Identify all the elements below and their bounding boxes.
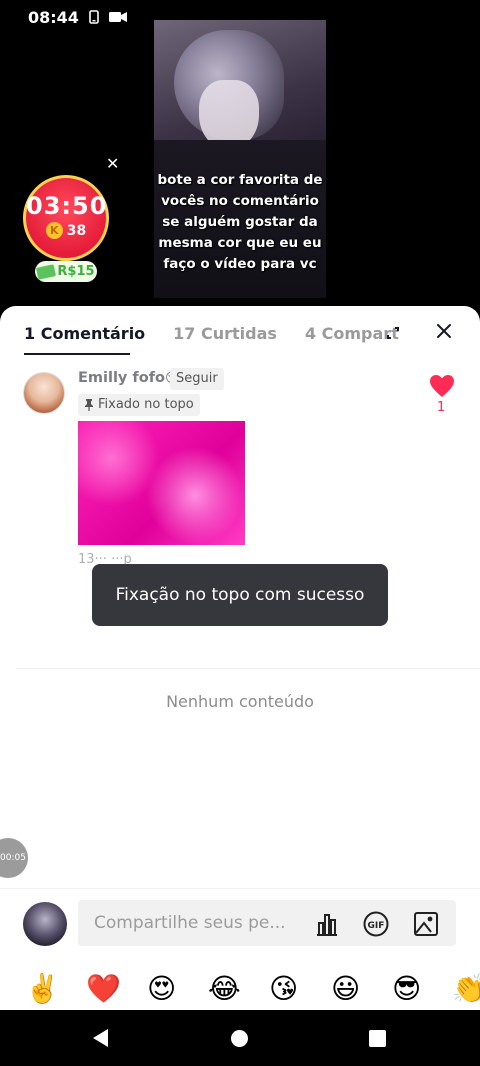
comment-username[interactable]: Emilly fofo😚 <box>78 370 179 386</box>
comments-sheet: 1 Comentário 17 Curtidas 4 Compart Emill… <box>0 306 480 1010</box>
emoji-button[interactable]: 😘 <box>269 972 298 1006</box>
emoji-button[interactable]: ✌️ <box>25 972 60 1006</box>
home-icon[interactable] <box>231 1030 248 1047</box>
status-time: 08:44 <box>28 7 79 27</box>
comment-input[interactable]: Compartilhe seus pe... GIF <box>78 900 456 946</box>
pinned-badge: Fixado no topo <box>78 394 200 416</box>
tab-comments[interactable]: 1 Comentário <box>24 324 145 343</box>
composer-divider <box>0 888 480 889</box>
emoji-button[interactable]: 😍 <box>147 972 176 1006</box>
image-icon[interactable] <box>413 911 439 937</box>
divider <box>16 668 480 669</box>
pin-icon <box>85 399 93 411</box>
sheet-tabs: 1 Comentário 17 Curtidas 4 Compart <box>0 306 480 360</box>
video-camera-icon <box>108 11 127 23</box>
coin-icon: K <box>45 222 63 239</box>
recents-icon[interactable] <box>369 1030 386 1047</box>
reward-amount: R$15 <box>57 264 95 279</box>
my-avatar[interactable] <box>23 902 67 946</box>
empty-state: Nenhum conteúdo <box>166 692 314 711</box>
emoji-button[interactable]: 😃 <box>331 972 360 1006</box>
emoji-button[interactable]: ❤️ <box>86 972 121 1006</box>
pinned-label: Fixado no topo <box>98 397 194 412</box>
comment-image[interactable] <box>78 421 245 545</box>
toast-message: Fixação no topo com sucesso <box>92 564 388 626</box>
timer-time: 03:50 <box>26 192 108 220</box>
tab-likes[interactable]: 17 Curtidas <box>173 324 277 343</box>
expand-icon[interactable] <box>384 324 402 342</box>
follow-button[interactable]: Seguir <box>170 368 224 390</box>
emoji-bar: ✌️ ❤️ 😍 😂 😘 😃 😎 👏 <box>0 970 480 1010</box>
timer-coins: K 38 <box>26 222 106 239</box>
bar-chart-icon[interactable] <box>314 911 340 937</box>
video-progress-bubble[interactable]: 00:05 <box>0 838 28 878</box>
close-icon[interactable] <box>434 321 454 341</box>
coin-count: 38 <box>66 222 87 239</box>
svg-text:GIF: GIF <box>368 921 385 931</box>
username-text: Emilly fofo <box>78 370 165 386</box>
emoji-button[interactable]: 😎 <box>392 972 421 1006</box>
like-count: 1 <box>437 400 446 415</box>
gif-icon[interactable]: GIF <box>363 911 389 937</box>
back-icon[interactable] <box>91 1028 111 1048</box>
video-caption: bote a cor favorita de vocês no comentár… <box>157 172 323 272</box>
cash-icon <box>36 263 57 280</box>
timer-close-icon[interactable]: ✕ <box>106 154 119 173</box>
phone-icon <box>89 10 99 24</box>
heart-icon[interactable] <box>429 374 455 398</box>
emoji-button[interactable]: 👏 <box>452 972 480 1006</box>
comment-input-placeholder: Compartilhe seus pe... <box>94 913 286 933</box>
navigation-bar <box>0 1010 480 1066</box>
emoji-button[interactable]: 😂 <box>208 972 241 1006</box>
active-tab-indicator <box>24 353 130 355</box>
avatar[interactable] <box>23 372 65 414</box>
reward-badge[interactable]: R$15 <box>35 261 97 282</box>
reward-timer[interactable]: 03:50 K 38 <box>23 175 109 261</box>
video-preview[interactable]: bote a cor favorita de vocês no comentár… <box>154 20 326 298</box>
